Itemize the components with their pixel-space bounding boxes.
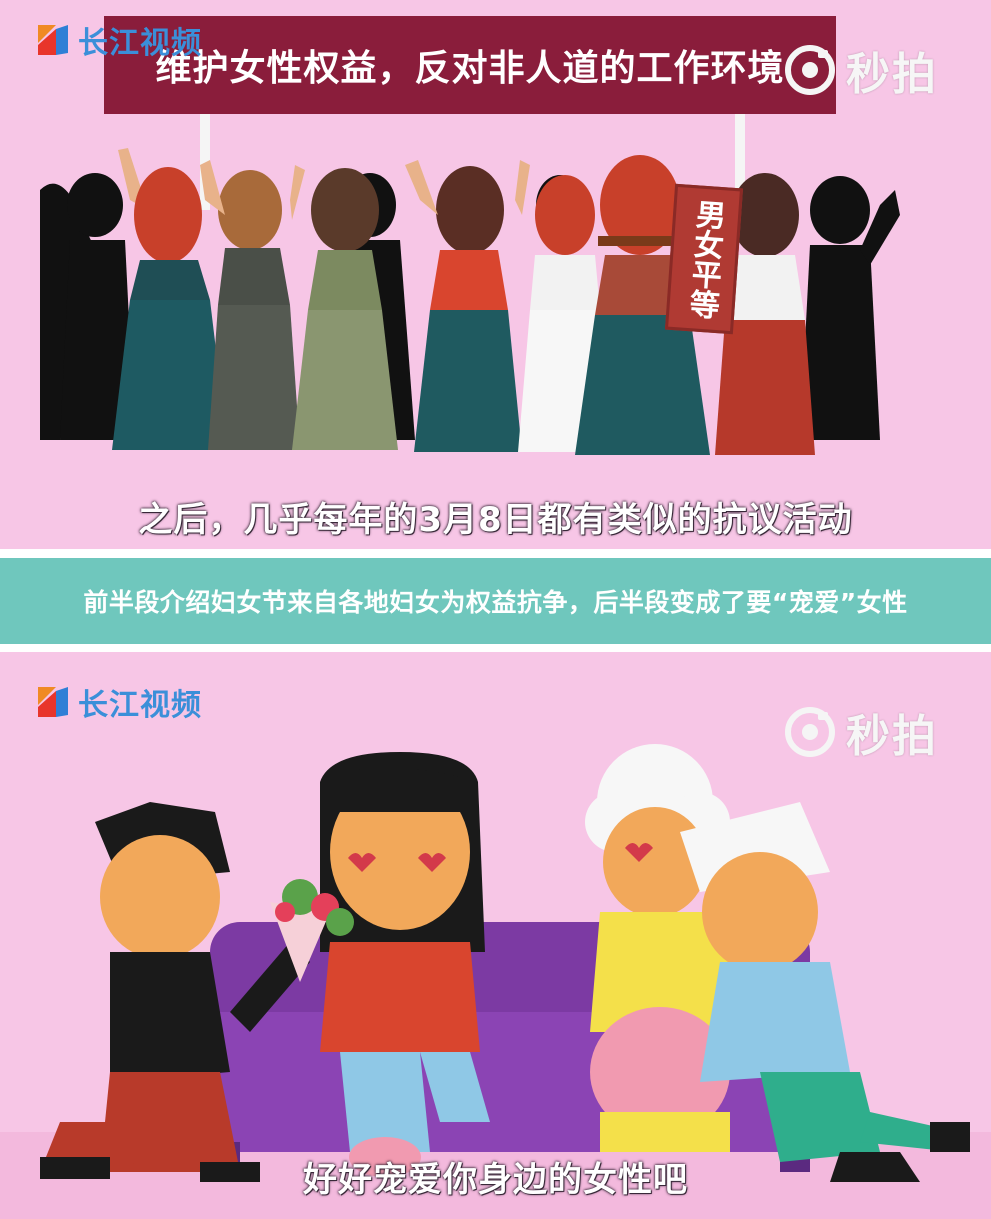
caption-bar: 前半段介绍妇女节来自各地妇女为权益抗争，后半段变成了要“宠爱”女性 [0, 558, 991, 644]
miaopai-watermark: 秒拍 [784, 700, 938, 764]
subtitle: 之后，几乎每年的3月8日都有类似的抗议活动 [138, 500, 853, 540]
top-video-frame: 维护女性权益，反对非人道的工作环境 男女平等 长江视频 秒拍 之后，几乎每年的3… [0, 0, 991, 549]
divider [0, 549, 991, 558]
logo-text: 长江视频 [78, 26, 202, 61]
equality-sign: 男女平等 [664, 183, 744, 335]
changjiang-logo-icon [38, 687, 68, 717]
divider [0, 644, 991, 652]
changjiang-logo-icon [38, 25, 68, 55]
bottom-video-frame: 长江视频 秒拍 好好宠爱你身边的女性吧 [0, 652, 991, 1219]
watermark-text: 秒拍 [846, 49, 938, 100]
miaopai-camera-icon [785, 707, 835, 757]
miaopai-watermark: 秒拍 [784, 38, 938, 102]
banner-text: 维护女性权益，反对非人道的工作环境 [155, 48, 785, 89]
logo-text: 长江视频 [78, 688, 202, 723]
watermark-text: 秒拍 [846, 711, 938, 762]
miaopai-camera-icon [785, 45, 835, 95]
changjiang-logo: 长江视频 [36, 18, 202, 62]
changjiang-logo: 长江视频 [36, 680, 202, 724]
caption-text: 前半段介绍妇女节来自各地妇女为权益抗争，后半段变成了要“宠爱”女性 [83, 588, 908, 617]
protest-banner: 维护女性权益，反对非人道的工作环境 [104, 16, 836, 114]
subtitle: 好好宠爱你身边的女性吧 [303, 1160, 688, 1200]
